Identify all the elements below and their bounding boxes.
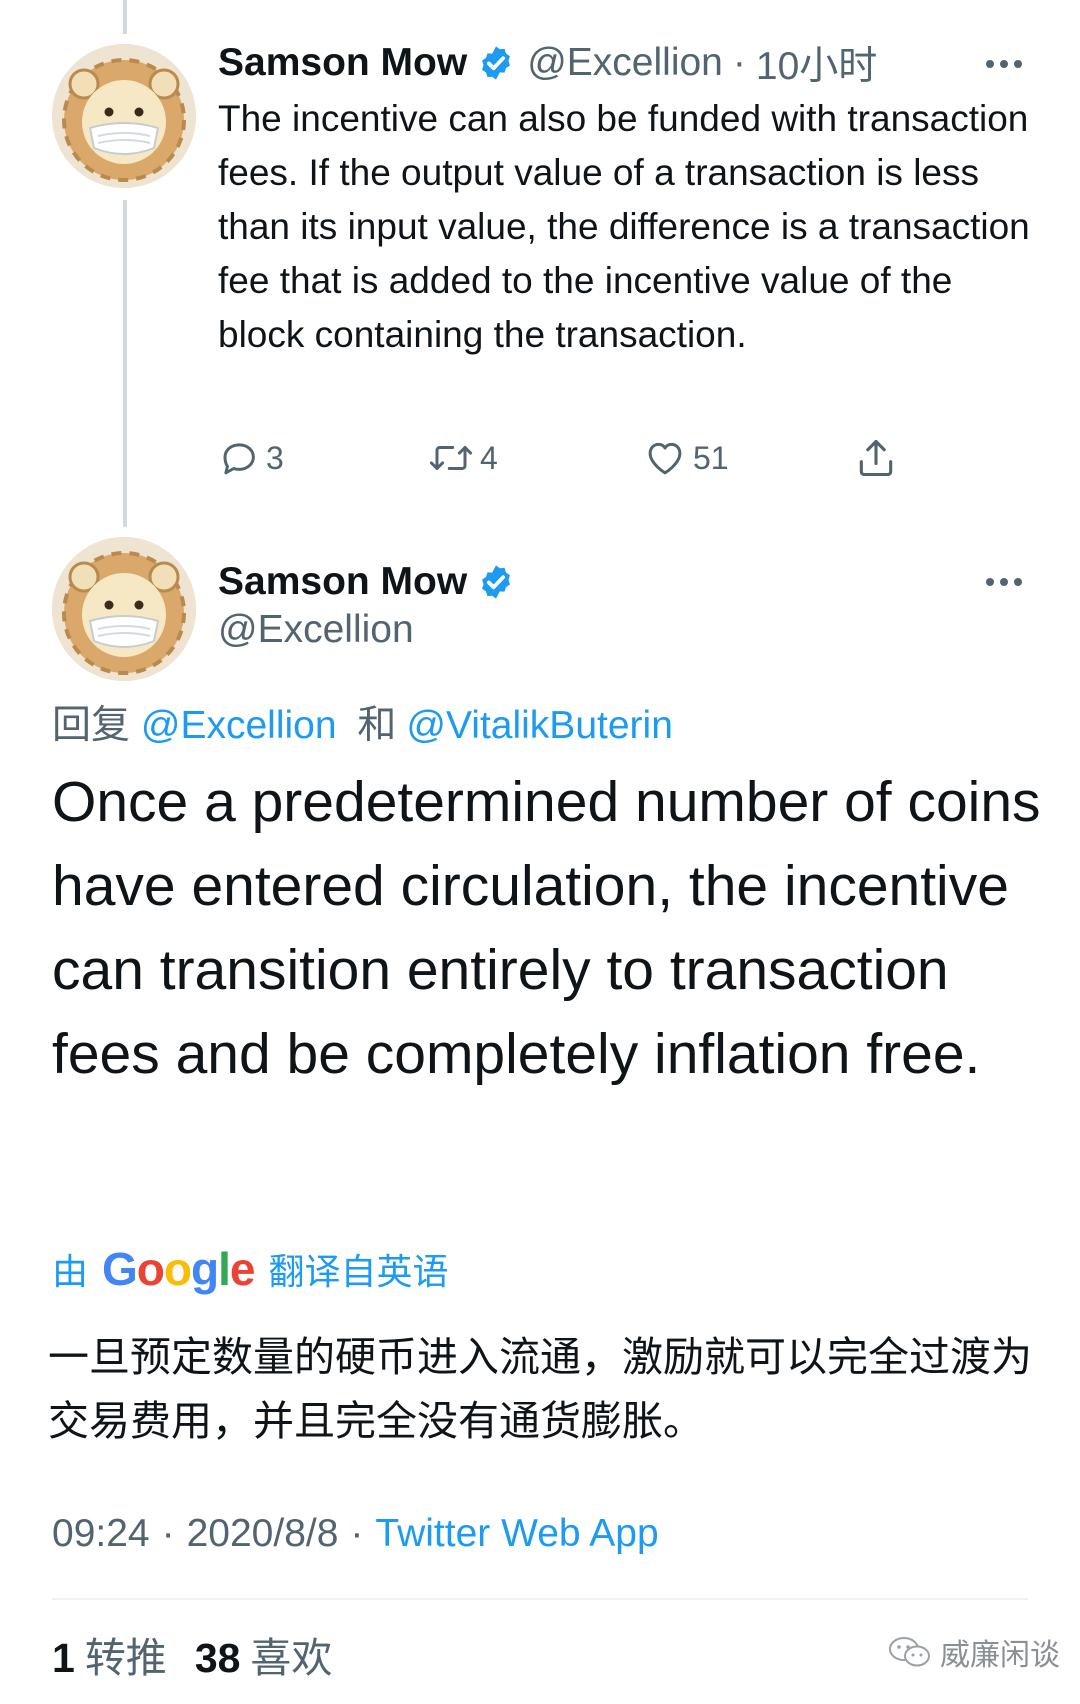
retweets-stat[interactable]: 1 转推 bbox=[52, 1635, 195, 1681]
tweet-stats: 1 转推 38 喜欢 bbox=[52, 1624, 360, 1684]
tweet-time[interactable]: 10小时 bbox=[756, 35, 877, 91]
likes-label: 喜欢 bbox=[250, 1635, 333, 1681]
lion-avatar-icon bbox=[52, 44, 196, 188]
reply-mention-excellion[interactable]: @Excellion bbox=[141, 704, 337, 747]
like-count: 51 bbox=[693, 439, 729, 476]
reply-icon bbox=[223, 443, 255, 475]
tweet-text: The incentive can also be funded with tr… bbox=[218, 98, 1030, 355]
separator-dot: · bbox=[350, 1512, 364, 1555]
replying-to: 回复 @Excellion 和 @VitalikButerin bbox=[52, 694, 673, 750]
tweet-time[interactable]: 09:24 bbox=[52, 1512, 150, 1555]
tweet-source-link[interactable]: Twitter Web App bbox=[375, 1512, 658, 1555]
retweets-label: 转推 bbox=[84, 1635, 167, 1681]
reply-mention-vitalik[interactable]: @VitalikButerin bbox=[406, 704, 673, 747]
heart-icon bbox=[648, 442, 682, 475]
share-button[interactable] bbox=[854, 430, 898, 486]
author-name[interactable]: Samson Mow bbox=[218, 560, 467, 604]
tweet-header: Samson Mow @Excellion · 10小时 bbox=[218, 36, 877, 90]
watermark: 威廉闲谈 bbox=[888, 1630, 1060, 1674]
retweets-count: 1 bbox=[52, 1635, 75, 1681]
retweet-count: 4 bbox=[480, 439, 498, 476]
reply-conjunction: 和 bbox=[357, 704, 397, 747]
thread-line-connector bbox=[123, 200, 127, 527]
likes-count: 38 bbox=[194, 1635, 241, 1681]
divider bbox=[52, 1598, 1028, 1600]
more-options-icon[interactable] bbox=[984, 57, 1024, 69]
retweet-button[interactable]: 4 bbox=[428, 430, 498, 486]
retweet-icon bbox=[429, 446, 473, 470]
tweet-date[interactable]: 2020/8/8 bbox=[187, 1512, 339, 1555]
tweet-text: Once a predetermined number of coins hav… bbox=[52, 770, 1041, 1086]
translated-suffix: 翻译自英语 bbox=[268, 1251, 449, 1292]
avatar[interactable] bbox=[52, 44, 196, 188]
tweet-meta: 09:24 · 2020/8/8 · Twitter Web App bbox=[52, 1512, 659, 1556]
share-icon bbox=[859, 439, 893, 477]
author-handle[interactable]: @Excellion bbox=[218, 608, 414, 652]
translated-by[interactable]: 由 Google 翻译自英语 bbox=[52, 1238, 449, 1300]
reply-prefix: 回复 bbox=[52, 704, 131, 747]
verified-badge-icon bbox=[477, 563, 515, 601]
translated-text: 一旦预定数量的硬币进入流通，激励就可以完全过渡为交易费用，并且完全没有通货膨胀。 bbox=[48, 1333, 1032, 1445]
author-name-row: Samson Mow bbox=[218, 556, 527, 608]
translated-prefix: 由 bbox=[52, 1251, 89, 1292]
avatar[interactable] bbox=[52, 537, 196, 681]
reply-button[interactable]: 3 bbox=[218, 430, 284, 486]
watermark-text: 威廉闲谈 bbox=[940, 1639, 1060, 1672]
verified-badge-icon bbox=[477, 44, 515, 82]
reply-count: 3 bbox=[266, 439, 284, 476]
lion-avatar-icon bbox=[52, 537, 196, 681]
thread-line-top bbox=[123, 0, 127, 34]
google-logo-icon: Google bbox=[102, 1243, 255, 1295]
likes-stat[interactable]: 38 喜欢 bbox=[195, 1635, 361, 1681]
author-name[interactable]: Samson Mow bbox=[218, 41, 467, 85]
separator-dot: · bbox=[161, 1512, 175, 1555]
like-button[interactable]: 51 bbox=[643, 430, 729, 486]
wechat-icon bbox=[889, 1637, 930, 1667]
tweet-actions: 3 4 51 bbox=[218, 430, 918, 486]
author-handle[interactable]: @Excellion bbox=[527, 41, 723, 85]
more-options-icon[interactable] bbox=[984, 575, 1024, 587]
separator-dot: · bbox=[732, 41, 746, 84]
